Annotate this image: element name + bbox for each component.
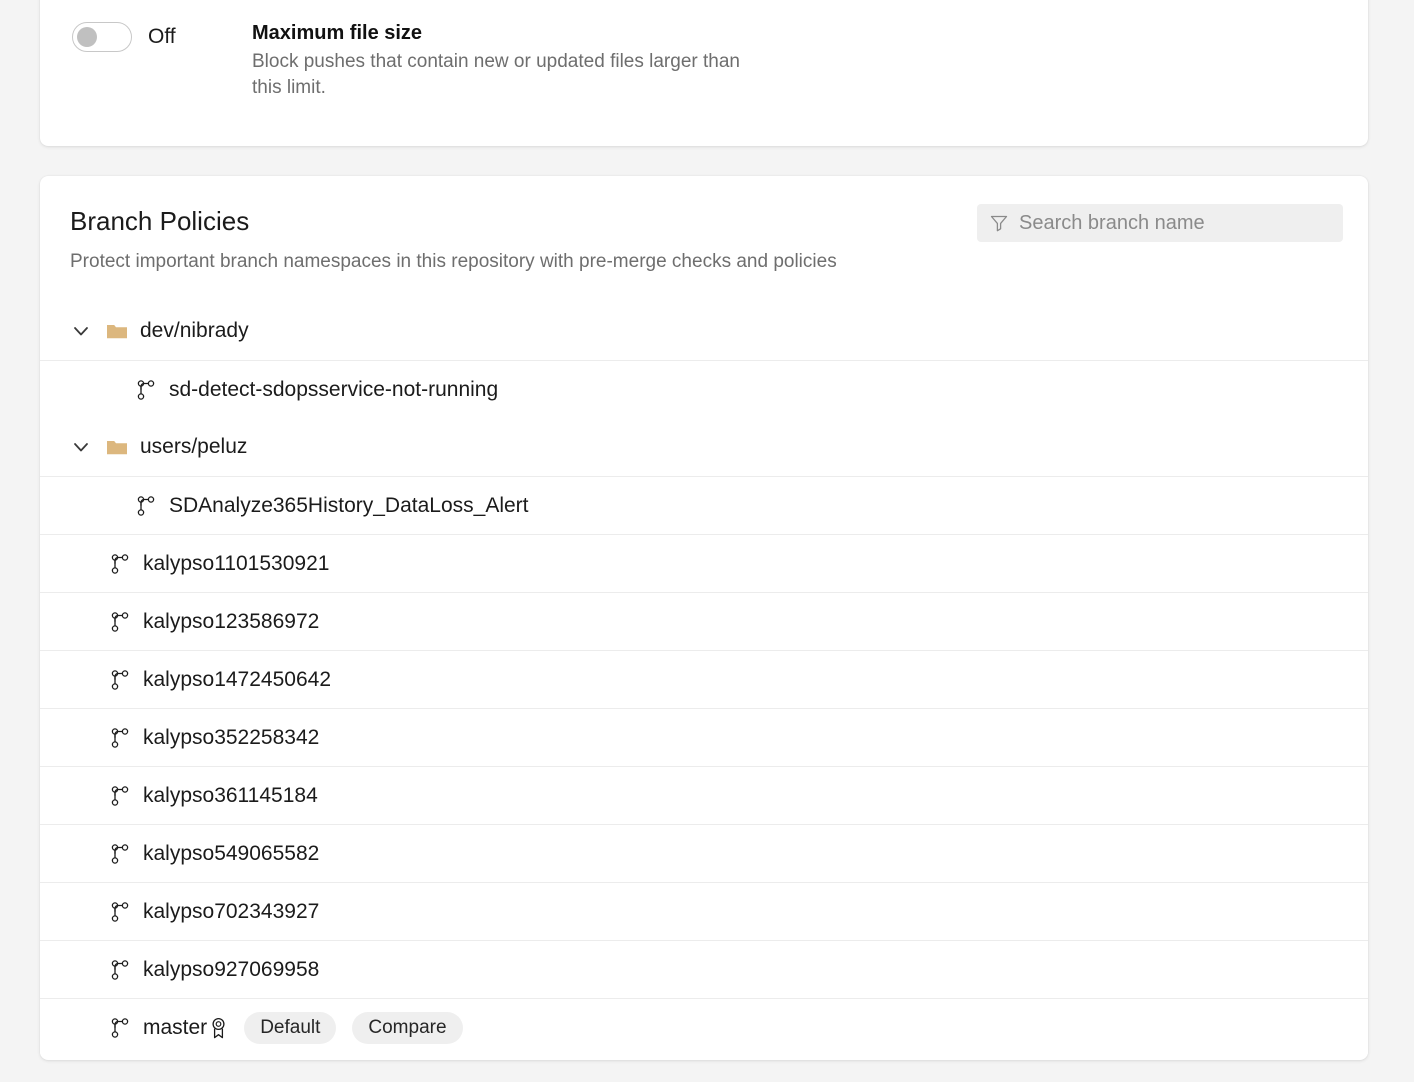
branch-search-box[interactable] <box>977 204 1343 242</box>
branch-row[interactable]: kalypso927069958 <box>40 940 1368 998</box>
branch-row[interactable]: SDAnalyze365History_DataLoss_Alert <box>40 476 1368 534</box>
git-branch-icon <box>110 611 130 633</box>
git-branch-icon <box>110 843 130 865</box>
git-branch-icon <box>110 669 130 691</box>
git-branch-icon <box>110 785 130 807</box>
max-file-size-text-block: Maximum file size Block pushes that cont… <box>252 20 742 101</box>
branch-row[interactable]: sd-detect-sdopsservice-not-running <box>40 360 1368 418</box>
branch-folder-row[interactable]: dev/nibrady <box>40 302 1368 360</box>
branch-label: kalypso1101530921 <box>143 550 329 578</box>
branch-label: kalypso123586972 <box>143 608 319 636</box>
git-branch-icon <box>110 1017 130 1039</box>
branch-policies-subtitle: Protect important branch namespaces in t… <box>70 249 1340 275</box>
branch-row[interactable]: kalypso361145184 <box>40 766 1368 824</box>
git-branch-icon <box>110 901 130 923</box>
branch-label: sd-detect-sdopsservice-not-running <box>169 376 498 404</box>
chevron-down-icon[interactable] <box>70 436 92 458</box>
branch-label: kalypso361145184 <box>143 782 318 810</box>
branch-label: kalypso549065582 <box>143 840 319 868</box>
git-branch-icon <box>136 379 156 401</box>
branch-label: kalypso702343927 <box>143 898 319 926</box>
branch-label: master <box>143 1014 207 1042</box>
max-file-size-title: Maximum file size <box>252 20 742 46</box>
max-file-size-setting-row: Off Maximum file size Block pushes that … <box>40 0 1368 101</box>
branch-label: kalypso927069958 <box>143 956 319 984</box>
branch-list: dev/nibrady sd-detect-sdopsservice-not-r… <box>40 302 1368 1056</box>
branch-label: kalypso352258342 <box>143 724 319 752</box>
branch-row-master[interactable]: master Default Compare <box>40 998 1368 1056</box>
branch-row[interactable]: kalypso1472450642 <box>40 650 1368 708</box>
branch-folder-label: dev/nibrady <box>140 317 249 345</box>
filter-funnel-icon <box>989 213 1009 233</box>
badge-default[interactable]: Default <box>244 1012 336 1044</box>
branch-policies-card: Branch Policies Protect important branch… <box>40 176 1368 1060</box>
branch-row[interactable]: kalypso549065582 <box>40 824 1368 882</box>
branch-label: kalypso1472450642 <box>143 666 331 694</box>
git-branch-icon <box>110 553 130 575</box>
award-ribbon-icon <box>209 1017 228 1039</box>
max-file-size-toggle[interactable] <box>72 22 132 52</box>
branch-folder-row[interactable]: users/peluz <box>40 418 1368 476</box>
branch-row[interactable]: kalypso702343927 <box>40 882 1368 940</box>
max-file-size-toggle-group: Off <box>72 20 252 52</box>
folder-icon <box>106 437 128 457</box>
branch-row[interactable]: kalypso352258342 <box>40 708 1368 766</box>
branch-row[interactable]: kalypso123586972 <box>40 592 1368 650</box>
branch-label: SDAnalyze365History_DataLoss_Alert <box>169 492 529 520</box>
git-branch-icon <box>136 495 156 517</box>
toggle-state-label: Off <box>148 22 176 52</box>
branch-row[interactable]: kalypso1101530921 <box>40 534 1368 592</box>
branch-policies-header: Branch Policies Protect important branch… <box>40 176 1368 302</box>
git-branch-icon <box>110 959 130 981</box>
max-file-size-description: Block pushes that contain new or updated… <box>252 49 742 101</box>
git-branch-icon <box>110 727 130 749</box>
badge-compare[interactable]: Compare <box>352 1012 462 1044</box>
max-file-size-card: Off Maximum file size Block pushes that … <box>40 0 1368 146</box>
branch-folder-label: users/peluz <box>140 433 247 461</box>
toggle-knob <box>77 27 97 47</box>
folder-icon <box>106 321 128 341</box>
branch-search-input[interactable] <box>1019 212 1331 235</box>
chevron-down-icon[interactable] <box>70 320 92 342</box>
